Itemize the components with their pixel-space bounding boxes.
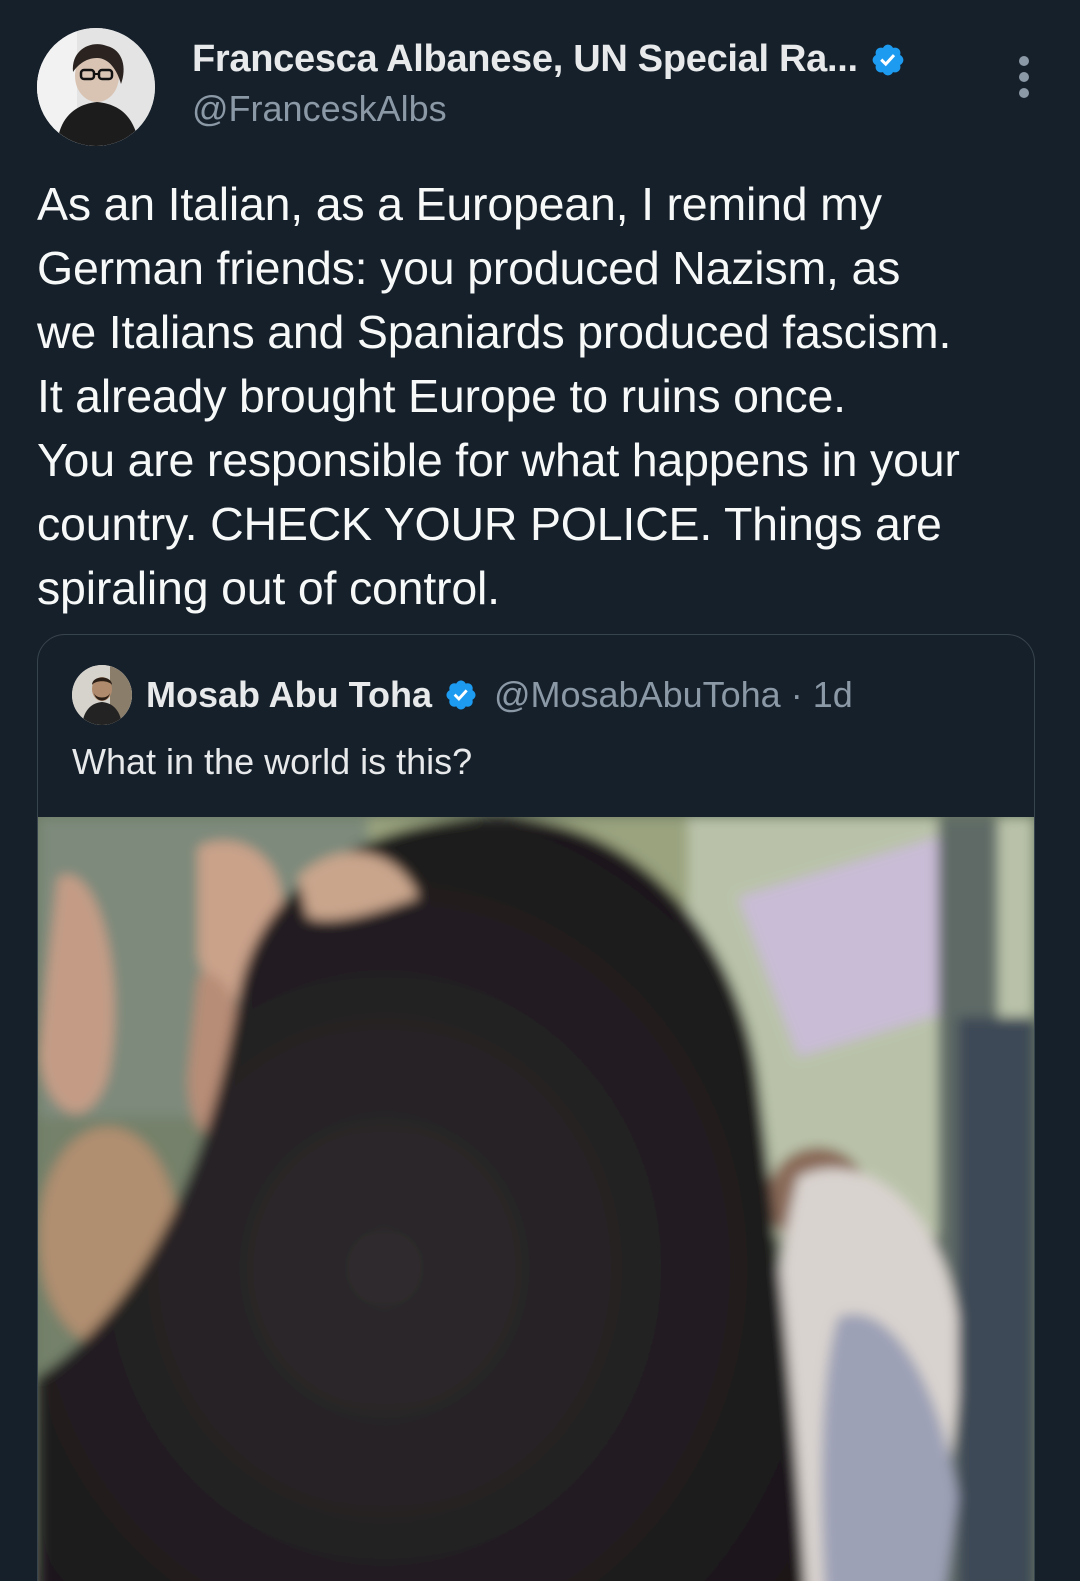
quoted-tweet-text: What in the world is this?	[72, 741, 473, 782]
quoted-author-display-name[interactable]: Mosab Abu Toha	[146, 674, 432, 716]
quoted-tweet-header: Mosab Abu Toha @MosabAbuToha · 1d	[72, 665, 853, 725]
quoted-tweet[interactable]: Mosab Abu Toha @MosabAbuToha · 1d What i…	[37, 634, 1035, 1581]
verified-badge-icon	[872, 44, 904, 75]
author-avatar[interactable]	[37, 28, 155, 146]
quoted-author-avatar[interactable]	[72, 665, 132, 725]
video-still-image	[38, 817, 1034, 1581]
quoted-tweet-media[interactable]	[38, 817, 1034, 1581]
author-name-row: Francesca Albanese, UN Special Ra...	[192, 38, 906, 81]
verified-badge-icon	[446, 680, 476, 710]
more-vertical-icon[interactable]	[1007, 52, 1043, 102]
author-display-name[interactable]: Francesca Albanese, UN Special Ra...	[192, 38, 858, 81]
quoted-tweet-time[interactable]: · 1d	[791, 674, 853, 716]
author-handle[interactable]: @FranceskAlbs	[192, 88, 447, 130]
tweet-text: As an Italian, as a European, I remind m…	[37, 178, 960, 614]
quoted-author-handle[interactable]: @MosabAbuToha	[494, 674, 781, 716]
tweet-header: Francesca Albanese, UN Special Ra... @Fr…	[37, 28, 1043, 148]
tweet: Francesca Albanese, UN Special Ra... @Fr…	[0, 0, 1080, 1581]
